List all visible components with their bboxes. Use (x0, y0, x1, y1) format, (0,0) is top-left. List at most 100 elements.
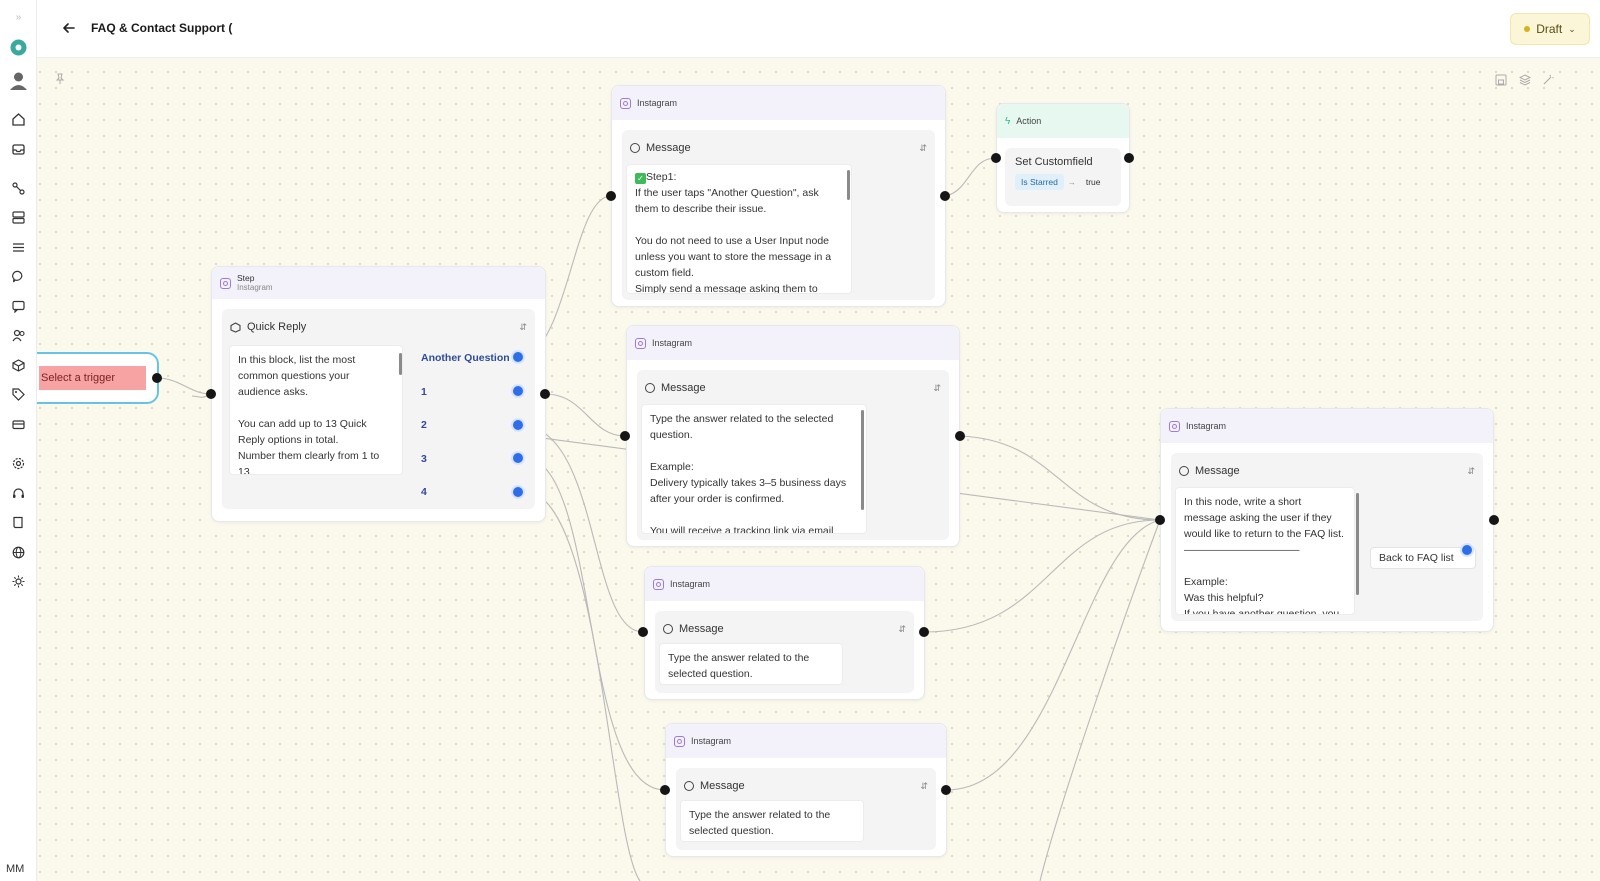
billing-icon[interactable] (9, 415, 28, 434)
flows-icon[interactable] (9, 179, 28, 198)
message-node[interactable]: Instagram Message ⇵ Type the answer rela… (665, 723, 947, 857)
scrollbar[interactable] (399, 353, 402, 375)
message-node[interactable]: Instagram Message ⇵ In this node, write … (1160, 408, 1494, 632)
message-icon (630, 143, 640, 153)
support-icon[interactable] (9, 484, 28, 503)
message-icon (1179, 466, 1189, 476)
message-output-handle[interactable] (955, 431, 965, 441)
message-input-handle[interactable] (606, 191, 616, 201)
templates-icon[interactable] (9, 208, 28, 227)
status-dot (1524, 26, 1531, 32)
docs-icon[interactable] (9, 513, 28, 532)
message-output-handle[interactable] (941, 785, 951, 795)
list-icon[interactable] (9, 238, 28, 257)
node-platform: Instagram (637, 98, 678, 108)
quick-reply-text[interactable]: In this block, list the most common ques… (229, 345, 403, 475)
action-output-handle[interactable] (1124, 153, 1134, 163)
message-text[interactable]: Type the answer related to the selected … (680, 800, 864, 842)
wand-icon[interactable] (1541, 73, 1555, 87)
message-node[interactable]: Instagram Message ⇵ Type the answer rela… (626, 325, 960, 547)
step-badge: Step1: (646, 171, 677, 183)
trigger-node[interactable]: Select a trigger (37, 352, 159, 404)
message-label: Message (646, 142, 691, 154)
action-node[interactable]: ϟ Action Set Customfield Is Starred → tr… (996, 103, 1130, 213)
chevron-down-icon: ⌄ (1568, 23, 1576, 34)
step-input-handle[interactable] (206, 389, 216, 399)
back-arrow-icon[interactable] (59, 18, 79, 38)
message-text[interactable]: Type the answer related to the selected … (641, 404, 867, 534)
settings-icon[interactable] (9, 454, 28, 473)
action-input-handle[interactable] (991, 153, 1001, 163)
quick-reply-option[interactable]: Another Question (421, 352, 510, 364)
option-handle[interactable] (513, 386, 523, 396)
message-text[interactable]: ✓ Step1: If the user taps "Another Questi… (626, 164, 852, 294)
message-input-handle[interactable] (620, 431, 630, 441)
option-handle[interactable] (513, 420, 523, 430)
collapse-icon[interactable]: » (9, 8, 28, 27)
field-chip[interactable]: Is Starred (1015, 174, 1064, 190)
language-icon[interactable] (9, 543, 28, 562)
expand-icon[interactable]: ⇵ (519, 322, 527, 333)
status-label: Draft (1536, 22, 1563, 36)
inbox-icon[interactable] (9, 140, 28, 159)
message-text[interactable]: In this node, write a short message aski… (1175, 487, 1355, 615)
user-initials[interactable]: MM (6, 863, 24, 875)
message-output-handle[interactable] (1489, 515, 1499, 525)
trigger-output-handle[interactable] (152, 373, 162, 383)
message-node[interactable]: Instagram Message ⇵ Type the answer rela… (644, 566, 925, 700)
scrollbar[interactable] (1356, 493, 1359, 595)
scrollbar[interactable] (861, 410, 864, 510)
expand-icon[interactable]: ⇵ (919, 143, 927, 154)
workspace-icon[interactable] (9, 38, 28, 57)
quick-reply-option[interactable]: 3 (421, 453, 427, 465)
profile-icon[interactable] (8, 70, 29, 91)
comments-icon[interactable] (9, 297, 28, 316)
flow-title[interactable]: FAQ & Contact Support ( (91, 21, 232, 35)
quick-reply-option[interactable]: 4 (421, 486, 427, 498)
integrations-icon[interactable] (9, 356, 28, 375)
step-output-handle[interactable] (540, 389, 550, 399)
home-icon[interactable] (9, 110, 28, 129)
quick-reply-option[interactable]: 2 (421, 419, 427, 431)
message-input-handle[interactable] (1155, 515, 1165, 525)
select-trigger-button[interactable]: Select a trigger (39, 366, 146, 390)
contacts-icon[interactable] (9, 326, 28, 345)
message-node[interactable]: Instagram Message ⇵ ✓ Step1: If the user … (611, 85, 946, 307)
message-input-handle[interactable] (660, 785, 670, 795)
message-input-handle[interactable] (638, 627, 648, 637)
option-handle[interactable] (513, 352, 523, 362)
theme-icon[interactable] (9, 572, 28, 591)
back-to-faq-button[interactable]: Back to FAQ list (1370, 547, 1476, 569)
message-label: Message (1195, 465, 1240, 477)
action-title: Action (1016, 116, 1042, 126)
option-handle[interactable] (513, 453, 523, 463)
quick-reply-icon (230, 321, 241, 333)
message-icon (645, 383, 655, 393)
step-node[interactable]: Step Instagram Quick Reply ⇵ In this blo… (211, 266, 546, 522)
scrollbar[interactable] (847, 170, 850, 200)
arrow-icon: → (1067, 177, 1076, 187)
pin-icon[interactable] (53, 72, 67, 86)
layers-icon[interactable] (1518, 73, 1532, 87)
value-chip[interactable]: true (1080, 174, 1107, 190)
button-handle[interactable] (1462, 545, 1472, 555)
expand-icon[interactable]: ⇵ (933, 383, 941, 394)
message-body: If the user taps "Another Question", ask… (635, 187, 832, 294)
chat-icon[interactable] (9, 267, 28, 286)
quick-reply-option[interactable]: 1 (421, 386, 427, 398)
message-text[interactable]: Type the answer related to the selected … (659, 643, 843, 685)
message-label: Message (661, 382, 706, 394)
message-output-handle[interactable] (940, 191, 950, 201)
quick-reply-label: Quick Reply (247, 321, 307, 333)
expand-icon[interactable]: ⇵ (920, 781, 928, 792)
expand-icon[interactable]: ⇵ (898, 624, 906, 635)
message-output-handle[interactable] (919, 627, 929, 637)
node-platform: Instagram (670, 579, 711, 589)
option-handle[interactable] (513, 487, 523, 497)
save-icon[interactable] (1494, 73, 1508, 87)
step-title: Step (237, 273, 255, 283)
expand-icon[interactable]: ⇵ (1467, 466, 1475, 477)
node-platform: Instagram (652, 338, 693, 348)
status-dropdown[interactable]: Draft ⌄ (1510, 13, 1590, 45)
tags-icon[interactable] (9, 385, 28, 404)
